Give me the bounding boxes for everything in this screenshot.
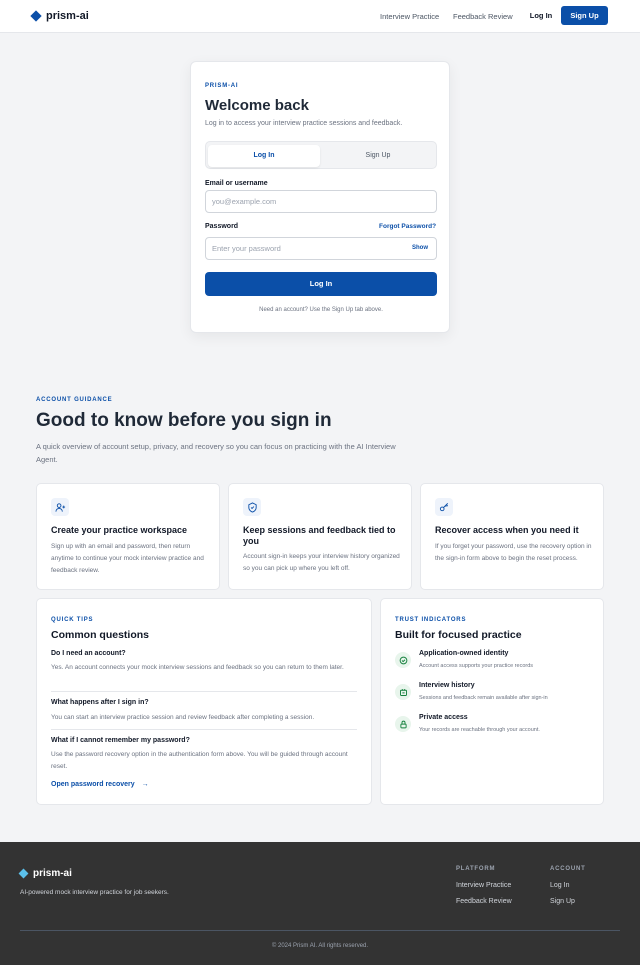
user-plus-icon xyxy=(51,498,69,516)
trust-item: Private access Your records are reachabl… xyxy=(395,714,595,742)
card-title: Keep sessions and feedback tied to you xyxy=(243,525,396,546)
faq-divider xyxy=(51,691,357,692)
card-title: Create your practice workspace xyxy=(51,525,188,535)
faq-answer: You can start an interview practice sess… xyxy=(51,714,315,721)
trust-card: TRUST INDICATORS Built for focused pract… xyxy=(380,598,604,805)
footer-tagline: AI-powered mock interview practice for j… xyxy=(20,889,169,896)
header-signup-button[interactable]: Sign Up xyxy=(561,6,608,25)
login-title: Welcome back xyxy=(205,97,309,114)
guidance-eyebrow: ACCOUNT GUIDANCE xyxy=(36,397,113,403)
footer-platform-heading: PLATFORM xyxy=(456,866,496,872)
trust-label: Application-owned identity xyxy=(419,650,509,657)
nav-link-feedback-review[interactable]: Feedback Review xyxy=(453,12,513,21)
footer-brand-name: prism-ai xyxy=(33,868,72,879)
guidance-card-workspace: Create your practice workspace Sign up w… xyxy=(36,483,220,590)
trust-desc: Account access supports your practice re… xyxy=(419,663,534,669)
password-recovery-link-label: Open password recovery xyxy=(51,781,135,788)
guidance-description: A quick overview of account setup, priva… xyxy=(36,442,396,464)
footer-link-login[interactable]: Log In xyxy=(550,882,569,889)
trust-item: Application-owned identity Account acces… xyxy=(395,650,595,678)
faq-title: Common questions xyxy=(51,629,150,641)
login-note: Need an account? Use the Sign Up tab abo… xyxy=(259,307,383,313)
login-subtitle: Log in to access your interview practice… xyxy=(205,120,403,127)
password-placeholder: Enter your password xyxy=(212,244,281,253)
guidance-card-sessions: Keep sessions and feedback tied to you A… xyxy=(228,483,412,590)
card-text: Account sign-in keeps your interview his… xyxy=(243,553,400,572)
trust-item: Interview history Sessions and feedback … xyxy=(395,682,595,710)
password-field[interactable]: Enter your password Show xyxy=(205,237,437,260)
trust-title: Built for focused practice xyxy=(395,629,522,641)
faq-question: Do I need an account? xyxy=(51,650,126,657)
site-footer: prism-ai AI-powered mock interview pract… xyxy=(0,842,640,965)
email-placeholder: you@example.com xyxy=(212,197,277,206)
tab-signup[interactable]: Sign Up xyxy=(322,145,434,167)
diamond-icon xyxy=(30,10,42,22)
auth-tabs: Log In Sign Up xyxy=(205,141,437,169)
email-label: Email or username xyxy=(205,180,268,187)
faq-divider xyxy=(51,729,357,730)
faq-answer: Use the password recovery option in the … xyxy=(51,751,348,770)
faq-answer: Yes. An account connects your mock inter… xyxy=(51,664,344,671)
forgot-password-link[interactable]: Forgot Password? xyxy=(379,223,436,230)
login-card: PRISM-AI Welcome back Log in to access y… xyxy=(190,61,450,333)
footer-link-interview-practice[interactable]: Interview Practice xyxy=(456,882,511,889)
trust-desc: Sessions and feedback remain available a… xyxy=(419,695,548,701)
faq-eyebrow: QUICK TIPS xyxy=(51,617,94,623)
trust-desc: Your records are reachable through your … xyxy=(419,727,540,733)
login-submit-button[interactable]: Log In xyxy=(205,272,437,296)
login-eyebrow: PRISM-AI xyxy=(205,83,239,89)
trust-label: Private access xyxy=(419,714,468,721)
lock-icon xyxy=(395,716,411,732)
top-nav-bar: prism-ai Interview Practice Feedback Rev… xyxy=(0,0,640,33)
footer-brand[interactable]: prism-ai xyxy=(18,868,72,879)
trust-label: Interview history xyxy=(419,682,475,689)
shield-check-icon xyxy=(243,498,261,516)
guidance-card-recover: Recover access when you need it If you f… xyxy=(420,483,604,590)
faq-question: What happens after I sign in? xyxy=(51,699,149,706)
history-icon xyxy=(395,684,411,700)
card-title: Recover access when you need it xyxy=(435,525,579,535)
show-password-toggle[interactable]: Show xyxy=(412,238,428,259)
nav-link-interview-practice[interactable]: Interview Practice xyxy=(380,12,439,21)
tab-login[interactable]: Log In xyxy=(208,145,320,167)
footer-divider xyxy=(20,930,620,931)
brand-name: prism-ai xyxy=(46,10,89,22)
password-label: Password xyxy=(205,223,239,230)
faq-card: QUICK TIPS Common questions Do I need an… xyxy=(36,598,372,805)
password-recovery-link[interactable]: Open password recovery → xyxy=(51,781,149,788)
footer-account-heading: ACCOUNT xyxy=(550,866,586,872)
footer-copyright: © 2024 Prism AI. All rights reserved. xyxy=(271,943,369,949)
faq-question: What if I cannot remember my password? xyxy=(51,737,190,744)
arrow-right-icon: → xyxy=(141,781,149,788)
check-circle-icon xyxy=(395,652,411,668)
card-text: Sign up with an email and password, then… xyxy=(51,543,204,574)
footer-link-feedback-review[interactable]: Feedback Review xyxy=(456,898,512,905)
guidance-title: Good to know before you sign in xyxy=(36,410,332,431)
trust-eyebrow: TRUST INDICATORS xyxy=(395,617,467,623)
footer-link-signup[interactable]: Sign Up xyxy=(550,898,575,905)
card-text: If you forget your password, use the rec… xyxy=(435,543,592,562)
diamond-icon xyxy=(18,868,29,879)
header-login-button[interactable]: Log In xyxy=(524,8,558,24)
key-icon xyxy=(435,498,453,516)
brand-logo[interactable]: prism-ai xyxy=(30,10,89,22)
email-field[interactable]: you@example.com xyxy=(205,190,437,213)
